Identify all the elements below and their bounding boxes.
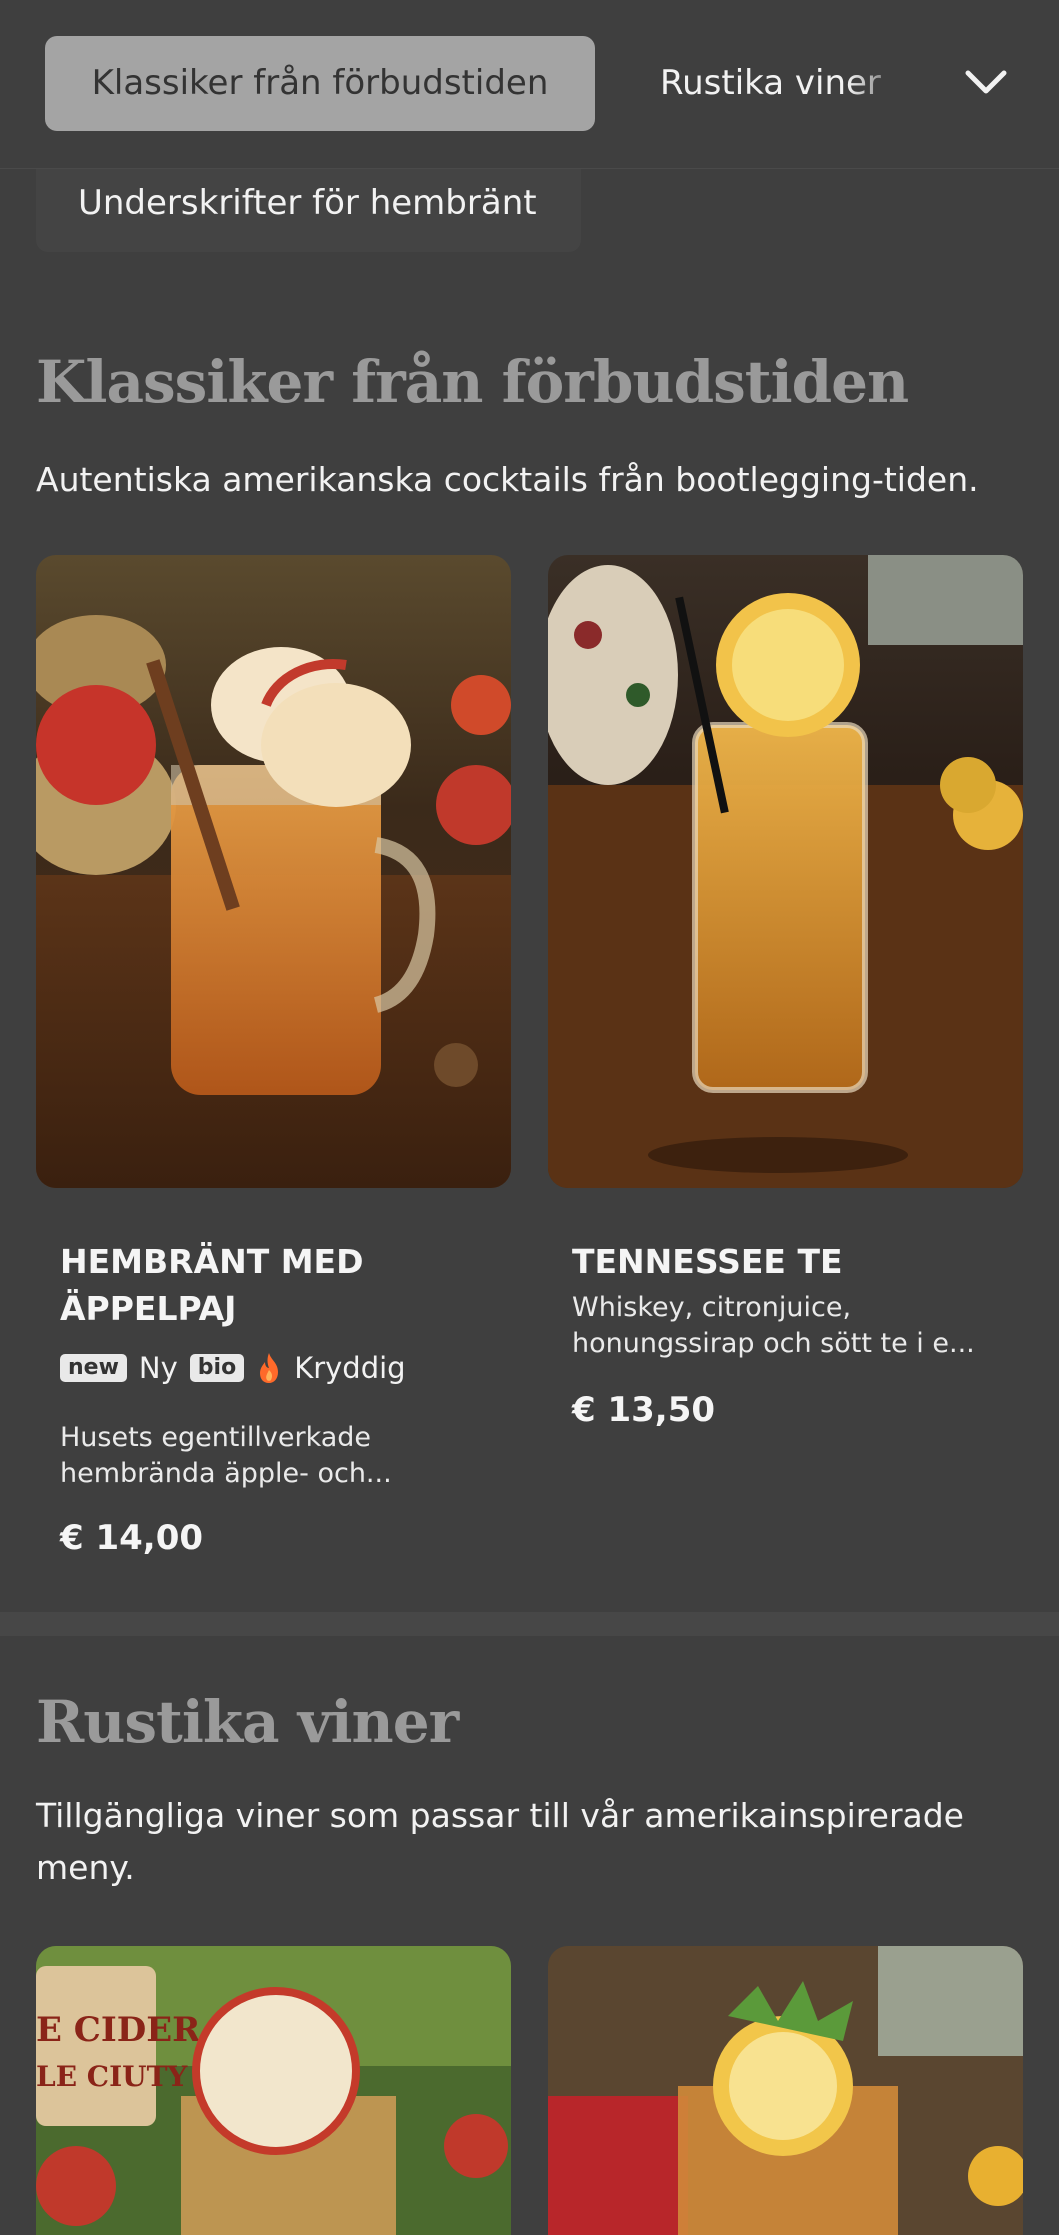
item-image-cider[interactable]: E CIDER LE CIUTY (36, 1946, 511, 2235)
section-description: Tillgängliga viner som passar till vår a… (36, 1796, 964, 1887)
tag-label-new: Ny (138, 1351, 178, 1385)
tag-label-spicy: Kryddig (294, 1351, 406, 1385)
tab-rustika-viner[interactable]: Rustika viner (660, 36, 910, 131)
section-description: Autentiska amerikanska cocktails från bo… (36, 460, 979, 499)
item-price: € 13,50 (572, 1390, 716, 1430)
new-badge: new (60, 1354, 127, 1382)
item-tags: new Ny bio Kryddig (60, 1348, 406, 1388)
chevron-down-icon[interactable] (963, 62, 1009, 102)
item-image-appelpaj[interactable] (36, 555, 511, 1188)
tab-underskrifter[interactable]: Underskrifter för hembränt (36, 160, 581, 252)
category-nav: Klassiker från förbudstiden Rustika vine… (0, 0, 1059, 169)
item-price: € 14,00 (60, 1518, 204, 1558)
cider-sign-text: E CIDER (36, 2010, 201, 2050)
section-title: Klassiker från förbudstiden (36, 348, 909, 416)
item-name[interactable]: TENNESSEE TE (572, 1238, 992, 1285)
bio-badge: bio (189, 1354, 245, 1382)
flame-icon (260, 1353, 279, 1383)
cider-sign-text-2: LE CIUTY (36, 2060, 188, 2093)
tab-klassiker[interactable]: Klassiker från förbudstiden (45, 36, 595, 131)
section-divider (0, 1612, 1059, 1636)
item-image-tennessee-te[interactable] (548, 555, 1023, 1188)
item-name[interactable]: HEMBRÄNT MED ÄPPELPAJ (60, 1238, 480, 1332)
item-image-lemon-mint[interactable] (548, 1946, 1023, 2235)
section-title: Rustika viner (36, 1688, 459, 1756)
item-description: Whiskey, citronjuice, honungssirap och s… (572, 1292, 975, 1359)
item-description: Husets egentillverkade hembrända äpple- … (60, 1422, 392, 1489)
